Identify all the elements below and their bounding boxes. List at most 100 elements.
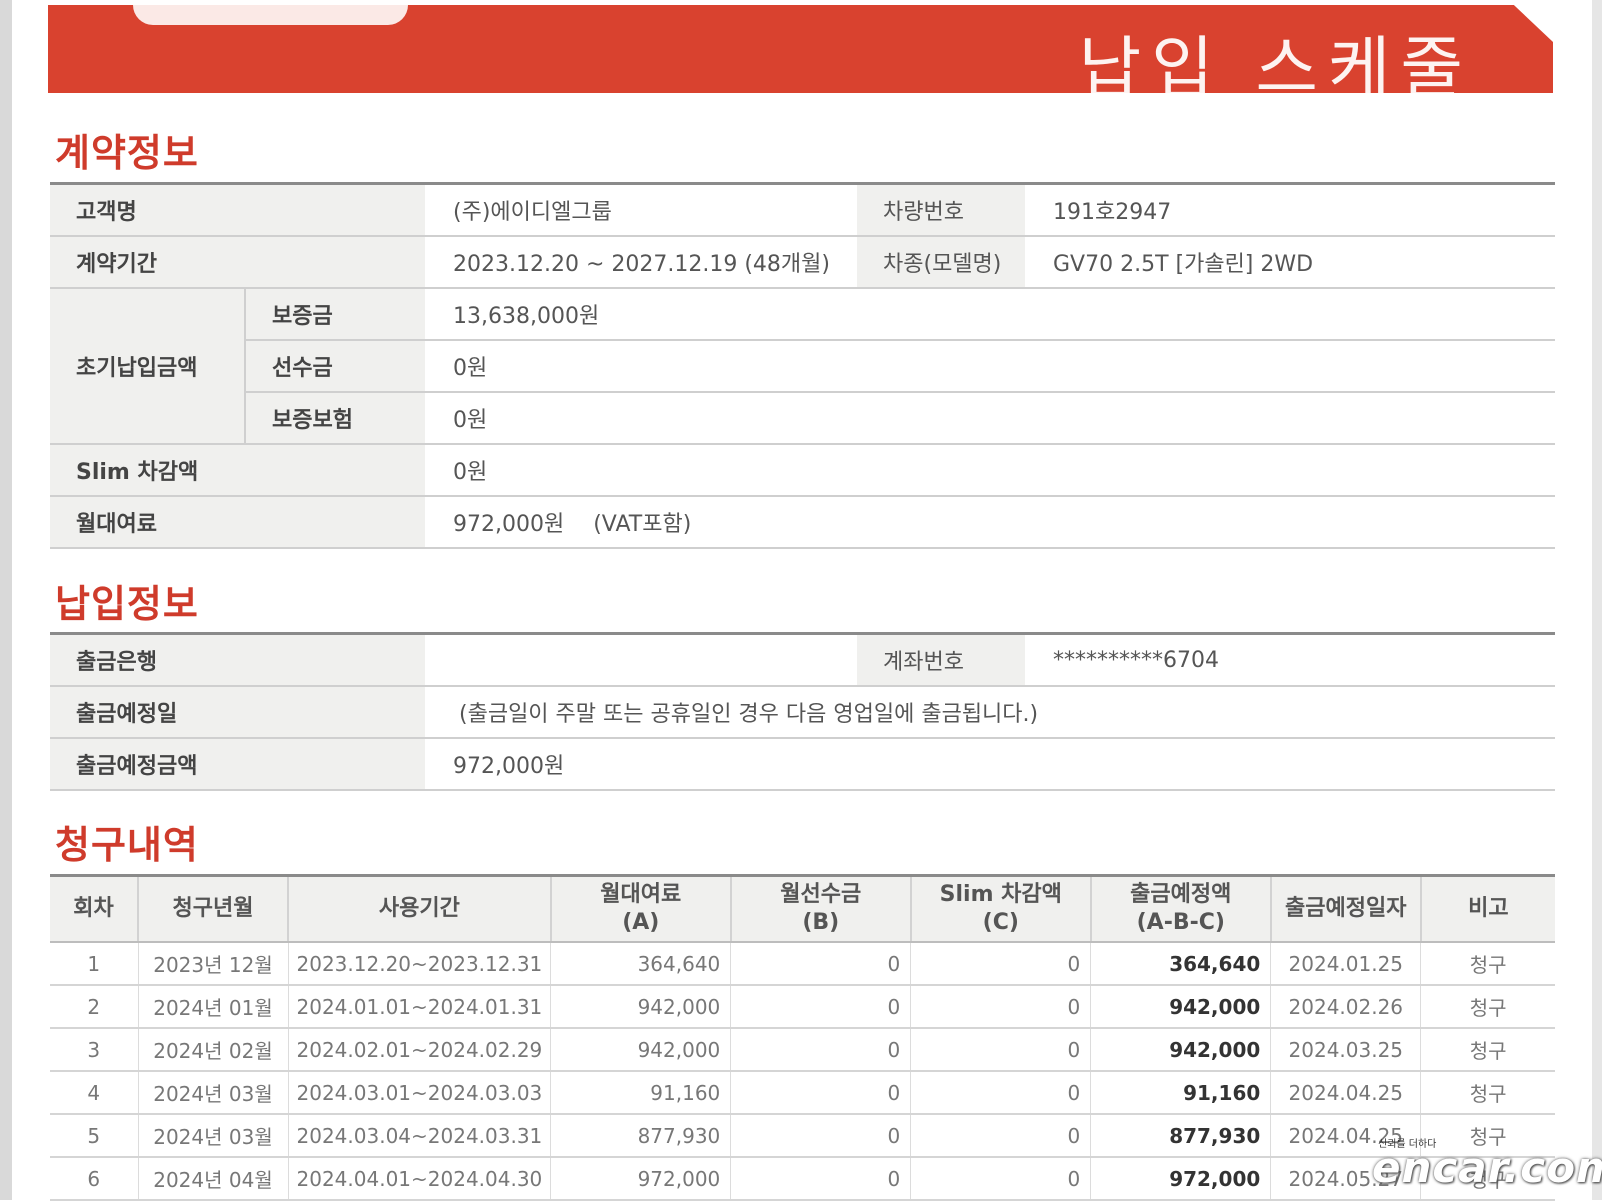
col-round: 회차 [50, 875, 139, 943]
page-edge [1592, 0, 1602, 1200]
round-cell: 6 [50, 1157, 139, 1201]
month-cell: 2024년 01월 [138, 985, 289, 1029]
col-prepay-line1: 월선수금 [780, 882, 862, 907]
table-row: 5 2024년 03월 2024.03.04~2024.03.31 877,93… [50, 1114, 1555, 1158]
col-rent: 월대여료 (A) [550, 875, 732, 943]
col-amount-line2: (A-B-C) [1136, 910, 1225, 935]
table-row: 출금은행 계좌번호 **********6704 [50, 633, 1555, 687]
col-amount: 출금예정액 (A-B-C) [1090, 875, 1272, 943]
plate-label: 차량번호 [857, 183, 1025, 237]
table-row: 보증보험 0원 [50, 392, 1555, 445]
table-row: 출금예정금액 972,000원 [50, 738, 1555, 791]
monthly-fee-amount: 972,000원 [453, 512, 565, 537]
period-value: 2023.12.20 ~ 2027.12.19 (48개월) [425, 236, 857, 289]
col-slim-line1: Slim 차감액 [939, 882, 1062, 907]
table-header-row: 회차 청구년월 사용기간 월대여료 (A) 월선수금 (B) Slim 차감액 … [50, 875, 1555, 943]
slim-cell: 0 [910, 1071, 1092, 1115]
deposit-value: 13,638,000원 [425, 288, 1555, 341]
table-row: 6 2024년 04월 2024.04.01~2024.04.30 972,00… [50, 1157, 1555, 1201]
bank-value [425, 633, 857, 687]
due-cell: 2024.02.26 [1270, 985, 1422, 1029]
col-bill-month: 청구년월 [138, 875, 289, 943]
note-cell: 청구 [1420, 942, 1555, 986]
prepay-cell: 0 [730, 1071, 912, 1115]
slim-cell: 0 [910, 985, 1092, 1029]
rent-cell: 91,160 [550, 1071, 732, 1115]
col-slim: Slim 차감액 (C) [910, 875, 1092, 943]
rent-cell: 364,640 [550, 942, 732, 986]
round-cell: 5 [50, 1114, 139, 1158]
period-cell: 2024.01.01~2024.01.31 [288, 985, 552, 1029]
period-cell: 2024.03.01~2024.03.03 [288, 1071, 552, 1115]
model-value: GV70 2.5T [가솔린] 2WD [1025, 236, 1555, 289]
prepay-cell: 0 [730, 1157, 912, 1201]
col-rent-line2: (A) [622, 910, 660, 935]
round-cell: 2 [50, 985, 139, 1029]
watermark-logo: encar.com [1372, 1143, 1602, 1192]
month-cell: 2024년 04월 [138, 1157, 289, 1201]
advance-value: 0원 [425, 340, 1555, 393]
model-label: 차종(모델명) [857, 236, 1025, 289]
rent-cell: 972,000 [550, 1157, 732, 1201]
col-slim-line2: (C) [982, 910, 1019, 935]
rent-cell: 942,000 [550, 985, 732, 1029]
table-row: 고객명 (주)에이디엘그룹 차량번호 191호2947 [50, 183, 1555, 237]
period-cell: 2024.03.04~2024.03.31 [288, 1114, 552, 1158]
table-row: 2 2024년 01월 2024.01.01~2024.01.31 942,00… [50, 985, 1555, 1029]
slim-cell: 0 [910, 1028, 1092, 1072]
table-row: 출금예정일 (출금일이 주말 또는 공휴일인 경우 다음 영업일에 출금됩니다.… [50, 686, 1555, 739]
month-cell: 2023년 12월 [138, 942, 289, 986]
customer-label: 고객명 [50, 183, 425, 237]
round-cell: 4 [50, 1071, 139, 1115]
billing-section-title: 청구내역 [55, 823, 199, 867]
table-row: 월대여료 972,000원 (VAT포함) [50, 496, 1555, 549]
insurance-value: 0원 [425, 392, 1555, 445]
vat-note: (VAT포함) [593, 512, 692, 537]
col-usage-period: 사용기간 [288, 875, 552, 943]
amount-cell: 942,000 [1090, 985, 1272, 1029]
note-cell: 청구 [1420, 1028, 1555, 1072]
col-note: 비고 [1420, 875, 1555, 943]
table-row: 계약기간 2023.12.20 ~ 2027.12.19 (48개월) 차종(모… [50, 236, 1555, 289]
table-row: 선수금 0원 [50, 340, 1555, 393]
slim-cell: 0 [910, 1157, 1092, 1201]
header-banner: 납입 스케줄 [48, 5, 1553, 93]
month-cell: 2024년 03월 [138, 1114, 289, 1158]
withdraw-amount-label: 출금예정금액 [50, 738, 425, 791]
billing-table: 회차 청구년월 사용기간 월대여료 (A) 월선수금 (B) Slim 차감액 … [50, 874, 1555, 1201]
customer-value: (주)에이디엘그룹 [425, 183, 857, 237]
prepay-cell: 0 [730, 942, 912, 986]
period-cell: 2024.04.01~2024.04.30 [288, 1157, 552, 1201]
insurance-label: 보증보험 [244, 392, 425, 445]
withdraw-date-label: 출금예정일 [50, 686, 425, 739]
slim-cell: 0 [910, 1114, 1092, 1158]
month-cell: 2024년 02월 [138, 1028, 289, 1072]
col-due-date: 출금예정일자 [1270, 875, 1422, 943]
prepay-cell: 0 [730, 985, 912, 1029]
rent-cell: 877,930 [550, 1114, 732, 1158]
initial-payment-label: 초기납입금액 [50, 288, 245, 445]
period-label: 계약기간 [50, 236, 425, 289]
header-tab [133, 5, 408, 25]
bank-label: 출금은행 [50, 633, 425, 687]
contract-section-title: 계약정보 [55, 131, 199, 175]
plate-value: 191호2947 [1025, 183, 1555, 237]
amount-cell: 942,000 [1090, 1028, 1272, 1072]
table-row: 1 2023년 12월 2023.12.20~2023.12.31 364,64… [50, 942, 1555, 986]
withdraw-date-note: (출금일이 주말 또는 공휴일인 경우 다음 영업일에 출금됩니다.) [425, 686, 1555, 739]
col-rent-line1: 월대여료 [600, 882, 682, 907]
table-row: 초기납입금액 보증금 13,638,000원 [50, 288, 1555, 445]
slim-value: 0원 [425, 444, 1555, 497]
slim-label: Slim 차감액 [50, 444, 425, 497]
amount-cell: 877,930 [1090, 1114, 1272, 1158]
withdraw-amount-value: 972,000원 [425, 738, 1555, 791]
table-row: Slim 차감액 0원 [50, 444, 1555, 497]
prepay-cell: 0 [730, 1114, 912, 1158]
col-amount-line1: 출금예정액 [1130, 882, 1232, 907]
table-row: 3 2024년 02월 2024.02.01~2024.02.29 942,00… [50, 1028, 1555, 1072]
amount-cell: 972,000 [1090, 1157, 1272, 1201]
deposit-label: 보증금 [244, 288, 425, 341]
monthly-fee-value: 972,000원 (VAT포함) [425, 496, 1555, 549]
round-cell: 1 [50, 942, 139, 986]
note-cell: 청구 [1420, 1071, 1555, 1115]
